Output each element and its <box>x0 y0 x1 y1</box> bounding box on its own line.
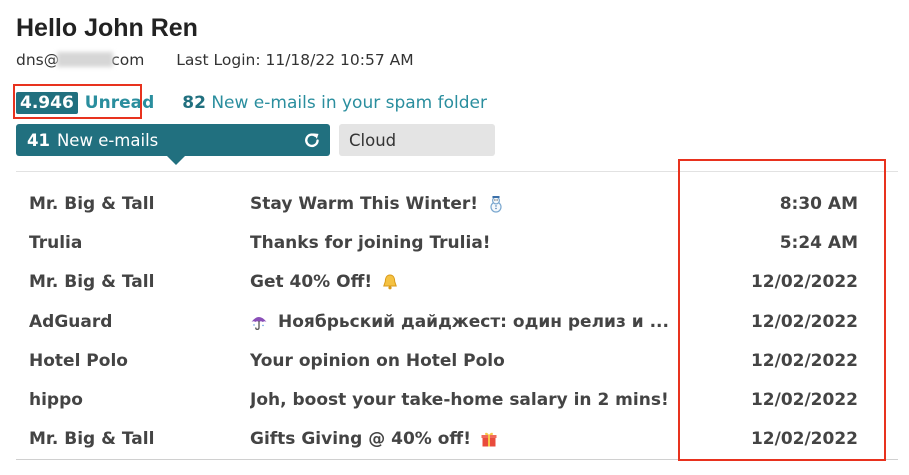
tab-new-emails[interactable]: 41 New e-mails <box>16 124 330 165</box>
email-subject: Ноябрьский дайджест: один релиз и ... <box>250 312 698 332</box>
email-row[interactable]: Mr. Big & Tall Get 40% Off! 12/02/2022 <box>0 263 909 302</box>
new-email-label: New e-mails <box>56 130 159 150</box>
email-list: Mr. Big & Tall Stay Warm This Winter! 8:30… <box>0 185 909 459</box>
email-row[interactable]: AdGuard Ноябрьский дайджест: один релиз и… <box>0 303 909 342</box>
cloud-tab-label: Cloud <box>349 130 397 150</box>
email-subject-text: Thanks for joining Trulia! <box>250 233 491 254</box>
unread-link[interactable]: Unread <box>85 93 154 113</box>
email-date: 12/02/2022 <box>750 389 858 410</box>
redacted-email-blur <box>57 52 114 67</box>
email-date: 12/02/2022 <box>750 272 858 293</box>
email-subject-text: Gifts Giving @ 40% off! <box>250 429 471 450</box>
email-sender: Mr. Big & Tall <box>29 194 155 214</box>
mail-stats: 4.946 Unread 82 New e-mails in your spam… <box>16 91 487 115</box>
email-row[interactable]: hippo Joh, boost your take-home salary in… <box>0 381 909 420</box>
email-sender: Trulia <box>29 233 83 254</box>
email-row[interactable]: Trulia Thanks for joining Trulia! 5:24 AM <box>0 224 909 263</box>
email-subject: Gifts Giving @ 40% off! <box>250 429 698 449</box>
email-subject-text: Ноябрьский дайджест: один релиз и ... <box>278 311 669 332</box>
email-date: 12/02/2022 <box>750 429 858 450</box>
email-subject: Get 40% Off! <box>250 272 698 292</box>
email-subject: Stay Warm This Winter! <box>250 194 698 214</box>
email-sender: Mr. Big & Tall <box>29 429 155 450</box>
unread-count-badge[interactable]: 4.946 <box>16 92 78 114</box>
email-suffix: com <box>111 51 145 69</box>
spam-count: 82 <box>182 93 206 113</box>
email-date: 12/02/2022 <box>750 350 858 371</box>
email-row[interactable]: Hotel Polo Your opinion on Hotel Polo 12/0… <box>0 342 909 381</box>
list-divider-top <box>16 171 898 172</box>
email-sender: Hotel Polo <box>29 350 128 371</box>
email-date: 12/02/2022 <box>750 311 858 332</box>
new-email-count: 41 <box>27 130 50 150</box>
snowman-icon <box>487 195 505 213</box>
email-subject: Thanks for joining Trulia! <box>250 233 698 253</box>
email-row[interactable]: Mr. Big & Tall Stay Warm This Winter! 8:30… <box>0 185 909 224</box>
spam-folder-link[interactable]: 82 New e-mails in your spam folder <box>182 93 487 113</box>
last-login: Last Login: 11/18/22 10:57 AM <box>176 51 414 69</box>
account-info: dns@ com Last Login: 11/18/22 10:57 AM <box>16 51 414 69</box>
email-subject-text: Your opinion on Hotel Polo <box>250 350 505 371</box>
umbrella-icon <box>250 313 268 331</box>
tab-cloud[interactable]: Cloud <box>339 124 495 156</box>
email-sender: hippo <box>29 389 83 410</box>
spam-text: New e-mails in your spam folder <box>211 93 487 113</box>
email-subject: Joh, boost your take-home salary in 2 mi… <box>250 390 698 410</box>
email-row[interactable]: Mr. Big & Tall Gifts Giving @ 40% off! 12/… <box>0 420 909 459</box>
gift-icon <box>480 430 498 448</box>
email-date: 5:24 AM <box>779 233 858 254</box>
email-subject: Your opinion on Hotel Polo <box>250 351 698 371</box>
email-subject-text: Stay Warm This Winter! <box>250 194 478 214</box>
tab-pointer <box>167 156 185 165</box>
list-divider-bottom <box>16 459 898 460</box>
email-date: 8:30 AM <box>779 194 858 214</box>
email-subject-text: Joh, boost your take-home salary in 2 mi… <box>250 389 669 410</box>
email-subject-text: Get 40% Off! <box>250 272 373 293</box>
email-sender: Mr. Big & Tall <box>29 272 155 293</box>
email-prefix: dns@ <box>16 51 60 69</box>
email-sender: AdGuard <box>29 311 113 332</box>
bell-icon <box>381 273 399 291</box>
greeting-heading: Hello John Ren <box>16 14 198 42</box>
refresh-icon[interactable] <box>303 131 321 149</box>
